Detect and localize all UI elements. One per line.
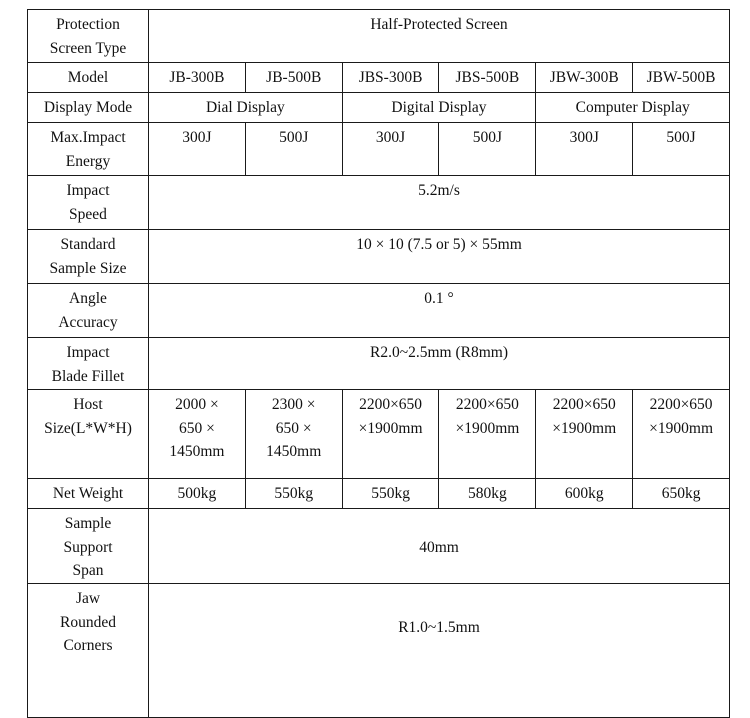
table-row: Protection Screen Type Half-Protected Sc… <box>27 9 730 63</box>
label-line: Protection <box>56 16 120 33</box>
label-line: Support <box>63 538 113 556</box>
cell-host-size-1: 2000 × 650 × 1450mm <box>148 389 246 479</box>
cell-model-5: JBW-300B <box>535 62 634 93</box>
cell-net-weight-6: 650kg <box>632 478 730 509</box>
cell-model-1: JB-300B <box>148 62 246 93</box>
label-line: Rounded <box>60 613 116 631</box>
cell-net-weight-3: 550kg <box>341 478 440 509</box>
cell-host-size-3: 2200×650 ×1900mm <box>341 389 440 479</box>
label-line: Impact <box>66 182 110 199</box>
cell-host-size-6: 2200×650 ×1900mm <box>632 389 730 479</box>
cell-model-4: JBS-500B <box>438 62 537 93</box>
value-line: ×1900mm <box>552 419 617 437</box>
table-row: Impact Speed 5.2m/s <box>27 175 730 230</box>
cell-net-weight-4: 580kg <box>438 478 537 509</box>
row-label-angle-accuracy: Angle Accuracy <box>27 283 149 338</box>
cell-display-mode-dial: Dial Display <box>148 92 343 123</box>
value-line: 1450mm <box>169 443 225 461</box>
row-label-display-mode: Display Mode <box>27 92 149 123</box>
row-label-max-impact-energy: Max.Impact Energy <box>27 122 149 176</box>
table-row: Jaw Rounded Corners R1.0~1.5mm <box>27 583 730 718</box>
cell-display-mode-computer: Computer Display <box>535 92 730 123</box>
row-label-sample-support-span: Sample Support Span <box>27 508 149 584</box>
cell-energy-2: 500J <box>244 122 343 176</box>
value-line: ×1900mm <box>358 419 423 437</box>
cell-display-mode-digital: Digital Display <box>341 92 537 123</box>
row-label-standard-sample-size: Standard Sample Size <box>27 229 149 284</box>
spec-sheet: Protection Screen Type Half-Protected Sc… <box>0 0 750 718</box>
row-value-sample-support-span: 40mm <box>148 508 730 584</box>
value-line: 2200×650 <box>649 396 713 413</box>
row-label-model: Model <box>27 62 149 93</box>
label-line: Sample <box>64 515 112 532</box>
cell-net-weight-1: 500kg <box>148 478 246 509</box>
value-line: 650 × <box>275 419 312 437</box>
label-line: Impact <box>66 344 110 361</box>
cell-net-weight-2: 550kg <box>244 478 343 509</box>
row-value-impact-blade-fillet: R2.0~2.5mm (R8mm) <box>148 337 730 390</box>
cell-energy-1: 300J <box>148 122 246 176</box>
label-line: Host <box>73 396 103 413</box>
cell-model-2: JB-500B <box>244 62 343 93</box>
label-line: Energy <box>65 152 111 170</box>
label-line: Span <box>72 562 104 580</box>
label-line: Max.Impact <box>50 129 126 146</box>
label-line: Blade Fillet <box>51 367 125 385</box>
row-label-net-weight: Net Weight <box>27 478 149 509</box>
value-line: 2200×650 <box>455 396 519 413</box>
specification-table: Protection Screen Type Half-Protected Sc… <box>27 9 730 718</box>
row-label-host-size: Host Size(L*W*H) <box>27 389 149 479</box>
value-line: 2000 × <box>175 396 219 413</box>
row-label-impact-speed: Impact Speed <box>27 175 149 230</box>
row-label-impact-blade-fillet: Impact Blade Fillet <box>27 337 149 390</box>
cell-net-weight-5: 600kg <box>535 478 634 509</box>
table-row: Angle Accuracy 0.1 ° <box>27 283 730 338</box>
row-value-jaw-rounded-corners: R1.0~1.5mm <box>148 583 730 718</box>
label-line: Sample Size <box>49 259 127 277</box>
table-row: Standard Sample Size 10 × 10 (7.5 or 5) … <box>27 229 730 284</box>
label-line: Accuracy <box>58 313 118 331</box>
cell-energy-3: 300J <box>341 122 440 176</box>
row-value-impact-speed: 5.2m/s <box>148 175 730 230</box>
value-line: 650 × <box>178 419 215 437</box>
row-label-protection-screen-type: Protection Screen Type <box>27 9 149 63</box>
label-line: Size(L*W*H) <box>44 419 132 437</box>
table-row: Impact Blade Fillet R2.0~2.5mm (R8mm) <box>27 337 730 390</box>
label-line: Standard <box>60 236 116 253</box>
cell-energy-6: 500J <box>632 122 730 176</box>
value-line: 2200×650 <box>552 396 616 413</box>
value-line: 2300 × <box>271 396 316 413</box>
value-line: 1450mm <box>266 443 322 461</box>
cell-host-size-2: 2300 × 650 × 1450mm <box>244 389 343 479</box>
label-line: Speed <box>69 205 107 223</box>
table-row: Display Mode Dial Display Digital Displa… <box>27 92 730 123</box>
label-line: Jaw <box>75 590 101 607</box>
value-line: ×1900mm <box>455 419 520 437</box>
label-line: Screen Type <box>49 39 127 57</box>
value-line: 2200×650 <box>359 396 423 413</box>
table-row: Max.Impact Energy 300J 500J 300J 500J 30… <box>27 122 730 176</box>
row-value-protection-screen-type: Half-Protected Screen <box>148 9 730 63</box>
cell-model-3: JBS-300B <box>341 62 440 93</box>
row-value-angle-accuracy: 0.1 ° <box>148 283 730 338</box>
row-label-jaw-rounded-corners: Jaw Rounded Corners <box>27 583 149 718</box>
cell-model-6: JBW-500B <box>632 62 730 93</box>
table-row: Net Weight 500kg 550kg 550kg 580kg 600kg… <box>27 478 730 509</box>
cell-energy-5: 300J <box>535 122 634 176</box>
table-row: Model JB-300B JB-500B JBS-300B JBS-500B … <box>27 62 730 93</box>
value-line: ×1900mm <box>649 419 713 437</box>
cell-energy-4: 500J <box>438 122 537 176</box>
label-line: Corners <box>63 637 113 655</box>
table-row: Host Size(L*W*H) 2000 × 650 × 1450mm 230… <box>27 389 730 479</box>
label-line: Angle <box>69 290 107 307</box>
table-row: Sample Support Span 40mm <box>27 508 730 584</box>
table-body: Protection Screen Type Half-Protected Sc… <box>27 9 730 718</box>
cell-host-size-4: 2200×650 ×1900mm <box>438 389 537 479</box>
cell-host-size-5: 2200×650 ×1900mm <box>535 389 634 479</box>
row-value-standard-sample-size: 10 × 10 (7.5 or 5) × 55mm <box>148 229 730 284</box>
